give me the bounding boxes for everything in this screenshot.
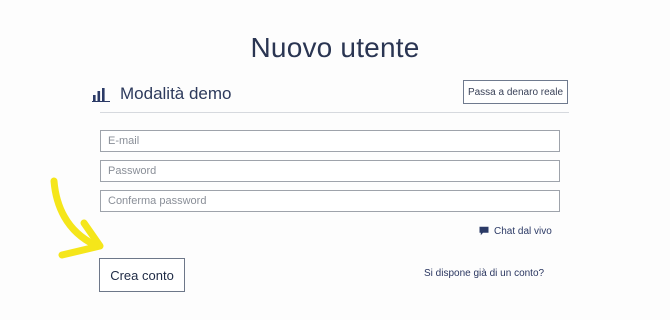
yellow-arrow-icon: [50, 177, 104, 259]
switch-to-real-money-button[interactable]: Passa a denaro reale: [463, 80, 568, 104]
live-chat-link[interactable]: Chat dal vivo: [479, 224, 552, 238]
chat-bubble-icon: [479, 226, 489, 236]
password-field[interactable]: [100, 160, 560, 182]
live-chat-label: Chat dal vivo: [494, 225, 552, 237]
demo-mode-label: Modalità demo: [120, 84, 232, 103]
new-user-page: Nuovo utente Modalità demo Passa a denar…: [0, 0, 670, 320]
page-title: Nuovo utente: [250, 32, 420, 63]
demo-mode-header: Modalità demo: [92, 81, 232, 107]
bar-chart-icon: [92, 88, 110, 102]
confirm-password-field[interactable]: [100, 190, 560, 212]
email-field[interactable]: [100, 130, 560, 152]
header-divider: [100, 112, 569, 113]
existing-account-link[interactable]: Si dispone già di un conto?: [424, 268, 544, 279]
